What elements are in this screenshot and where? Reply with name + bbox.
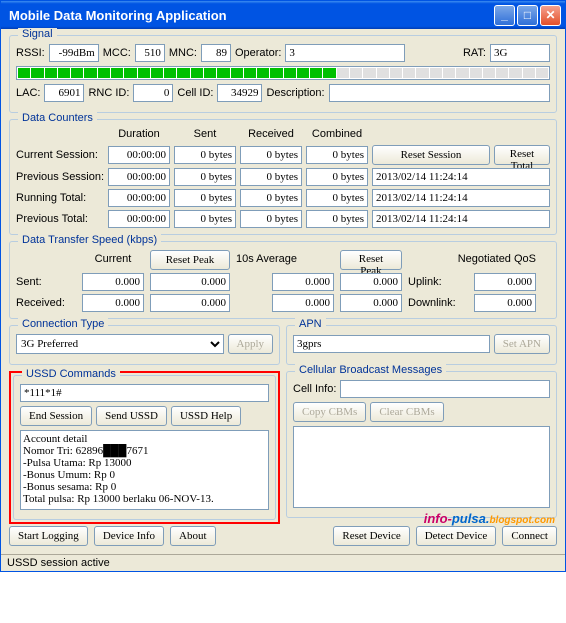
titlebar: Mobile Data Monitoring Application _ □ ✕ [1, 1, 565, 29]
rnc-field[interactable] [133, 84, 173, 102]
reset-session-button[interactable]: Reset Session [372, 145, 490, 165]
running-ts [372, 189, 550, 207]
operator-field[interactable] [285, 44, 405, 62]
close-button[interactable]: ✕ [540, 5, 561, 26]
description-field[interactable] [329, 84, 550, 102]
reset-device-button[interactable]: Reset Device [333, 526, 409, 546]
reset-total-button[interactable]: Reset Total [494, 145, 550, 165]
clear-cbms-button[interactable]: Clear CBMs [370, 402, 443, 422]
counters-group: Data Counters Duration Sent Received Com… [9, 119, 557, 235]
signal-strength-bar [16, 66, 550, 80]
cellid-field[interactable] [217, 84, 262, 102]
reset-peak-button-2[interactable]: Reset Peak [340, 250, 402, 270]
apn-group: APN Set APN [286, 325, 557, 365]
prev-session-ts [372, 168, 550, 186]
cur-dur [108, 146, 170, 164]
detect-device-button[interactable]: Detect Device [416, 526, 497, 546]
rssi-field[interactable] [49, 44, 99, 62]
cur-comb [306, 146, 368, 164]
speed-group: Data Transfer Speed (kbps) Current Reset… [9, 241, 557, 319]
device-info-button[interactable]: Device Info [94, 526, 164, 546]
cellinfo-field[interactable] [340, 380, 550, 398]
copy-cbms-button[interactable]: Copy CBMs [293, 402, 366, 422]
downlink-field [474, 294, 536, 312]
watermark: info-pulsa.blogspot.com [424, 511, 555, 526]
end-session-button[interactable]: End Session [20, 406, 92, 426]
apply-button[interactable]: Apply [228, 334, 274, 354]
cur-recv [240, 146, 302, 164]
ussd-group: USSD Commands End Session Send USSD USSD… [13, 375, 276, 520]
uplink-field [474, 273, 536, 291]
cur-sent [174, 146, 236, 164]
ussd-help-button[interactable]: USSD Help [171, 406, 241, 426]
set-apn-button[interactable]: Set APN [494, 334, 550, 354]
statusbar: USSD session active [1, 554, 565, 571]
about-button[interactable]: About [170, 526, 216, 546]
apn-field[interactable] [293, 335, 490, 353]
ussd-result[interactable]: Account detail Nomor Tri: 62896███7671 -… [20, 430, 269, 510]
reset-peak-button-1[interactable]: Reset Peak [150, 250, 230, 270]
ussd-input[interactable] [20, 384, 269, 402]
window-title: Mobile Data Monitoring Application [5, 8, 494, 23]
signal-group: Signal RSSI: MCC: MNC: Operator: RAT: LA… [9, 35, 557, 113]
maximize-button[interactable]: □ [517, 5, 538, 26]
cbm-textarea[interactable] [293, 426, 550, 508]
lac-field[interactable] [44, 84, 84, 102]
prev-total-ts [372, 210, 550, 228]
connection-type-group: Connection Type 3G Preferred Apply [9, 325, 280, 365]
connect-button[interactable]: Connect [502, 526, 557, 546]
send-ussd-button[interactable]: Send USSD [96, 406, 167, 426]
rat-field[interactable] [490, 44, 550, 62]
connection-type-select[interactable]: 3G Preferred [16, 334, 224, 354]
mnc-field[interactable] [201, 44, 231, 62]
mcc-field[interactable] [135, 44, 165, 62]
minimize-button[interactable]: _ [494, 5, 515, 26]
start-logging-button[interactable]: Start Logging [9, 526, 88, 546]
cbm-group: Cellular Broadcast Messages Cell Info: C… [286, 371, 557, 518]
